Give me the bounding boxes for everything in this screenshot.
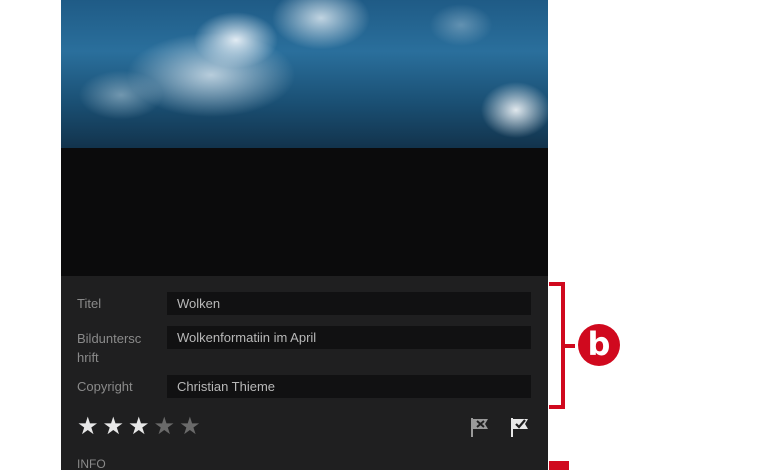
pick-flag-icon[interactable] bbox=[509, 416, 531, 443]
photo-detail-panel: Titel Wolken Bilduntersc hrift Wolkenfor… bbox=[61, 0, 548, 470]
star-4-icon[interactable]: ★ bbox=[154, 415, 176, 439]
caption-label-line1: Bilduntersc bbox=[77, 331, 142, 346]
star-1-icon[interactable]: ★ bbox=[77, 415, 99, 439]
star-2-icon[interactable]: ★ bbox=[103, 415, 125, 439]
star-5-icon[interactable]: ★ bbox=[179, 415, 201, 439]
copyright-field[interactable]: Christian Thieme bbox=[167, 375, 531, 398]
annotation-bracket-tick bbox=[565, 344, 575, 348]
reject-flag-icon[interactable] bbox=[469, 416, 491, 443]
metadata-panel: Titel Wolken Bilduntersc hrift Wolkenfor… bbox=[61, 276, 548, 470]
caption-label-line2: hrift bbox=[77, 350, 99, 365]
copyright-label: Copyright bbox=[77, 379, 133, 394]
star-3-icon[interactable]: ★ bbox=[128, 415, 150, 439]
info-section-label[interactable]: INFO bbox=[77, 457, 106, 470]
title-label: Titel bbox=[77, 296, 102, 311]
annotation-bracket-lower bbox=[549, 461, 569, 470]
cloud-photo[interactable] bbox=[61, 0, 548, 148]
caption-field[interactable]: Wolkenformatiin im April bbox=[167, 326, 531, 349]
annotation-badge: b bbox=[578, 324, 620, 366]
title-field[interactable]: Wolken bbox=[167, 292, 531, 315]
photo-area-background bbox=[61, 148, 548, 276]
star-rating[interactable]: ★ ★ ★ ★ ★ bbox=[77, 415, 205, 439]
annotation-bracket bbox=[549, 282, 565, 409]
